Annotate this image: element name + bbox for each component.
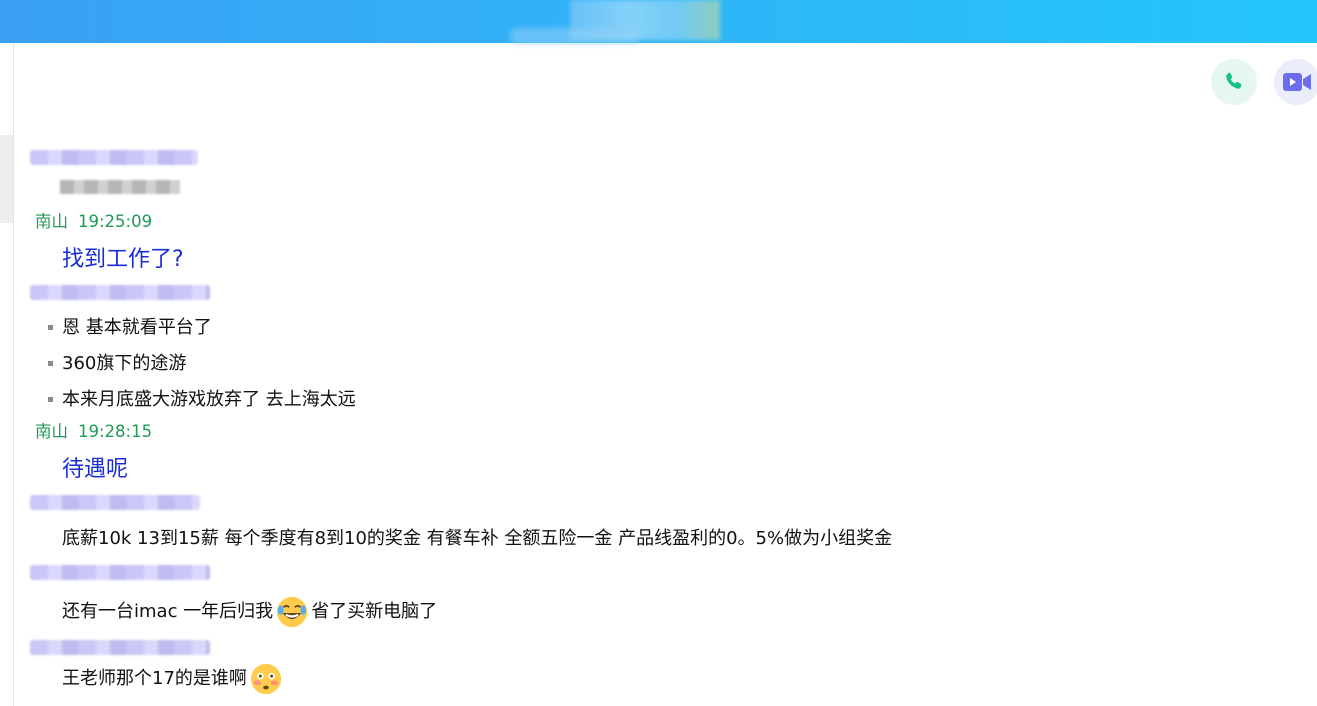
message-text-part: 还有一台imac 一年后归我 — [62, 601, 274, 622]
video-camera-icon — [1283, 73, 1311, 91]
list-item: 恩 基本就看平台了 — [62, 317, 212, 338]
message-text: 王老师那个17的是谁啊 — [62, 662, 285, 696]
list-item: 本来月底盛大游戏放弃了 去上海太远 — [62, 389, 356, 410]
message-text-part: 王老师那个17的是谁啊 — [62, 668, 247, 689]
blurred-sender-name — [30, 640, 210, 655]
bullet-marker — [48, 397, 53, 402]
message-text: 底薪10k 13到15薪 每个季度有8到10的奖金 有餐车补 全额五险一金 产品… — [62, 528, 893, 549]
blurred-sender-name — [30, 565, 210, 580]
sender-name: 南山 — [35, 422, 68, 441]
list-item: 360旗下的途游 — [62, 353, 187, 374]
message-text-part: 省了买新电脑了 — [311, 601, 438, 622]
voice-call-button[interactable] — [1211, 59, 1257, 105]
left-panel-edge — [0, 135, 13, 223]
blurred-sender-name — [30, 150, 198, 165]
video-call-button[interactable] — [1274, 59, 1317, 105]
divider — [13, 43, 14, 706]
blurred-title-shadow — [510, 28, 640, 44]
message-text: 待遇呢 — [62, 457, 129, 482]
message-text: 还有一台imac 一年后归我 省了买新电脑了 — [62, 595, 437, 629]
phone-icon — [1226, 72, 1242, 89]
sender-name: 南山 — [35, 212, 68, 231]
flushed-emoji — [250, 663, 282, 695]
message-text: 找到工作了? — [62, 247, 184, 272]
timestamp: 19:28:15 — [78, 422, 153, 441]
joy-emoji — [277, 596, 308, 628]
blurred-sender-name — [30, 495, 200, 510]
bullet-marker — [48, 325, 53, 330]
message-meta: 南山 19:25:09 — [35, 212, 152, 232]
message-meta: 南山 19:28:15 — [35, 422, 152, 442]
timestamp: 19:25:09 — [78, 212, 153, 231]
bullet-marker — [48, 361, 53, 366]
blurred-message — [60, 180, 180, 194]
blurred-sender-name — [30, 285, 210, 300]
window-title-bar — [0, 0, 1317, 44]
